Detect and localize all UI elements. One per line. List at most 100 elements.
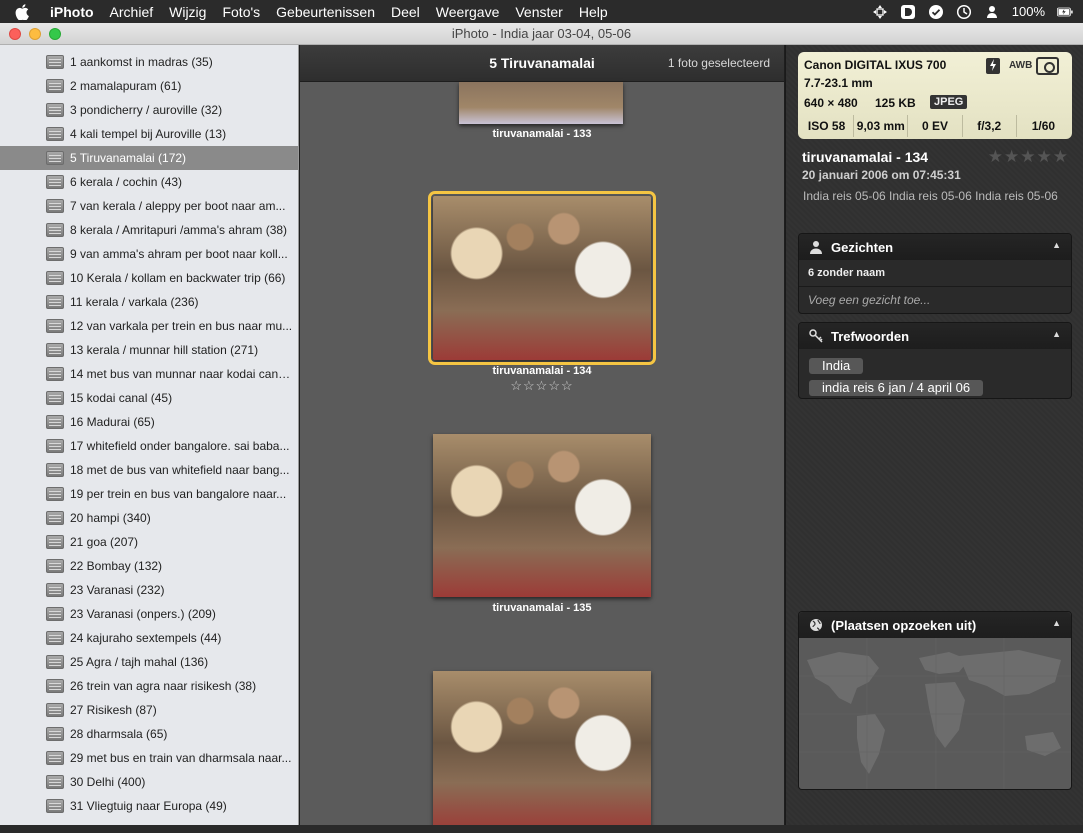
battery-icon[interactable]: [1057, 4, 1073, 20]
event-label: 12 van varkala per trein en bus naar mu.…: [70, 319, 293, 333]
dashlane-icon[interactable]: [900, 4, 916, 20]
event-list-item[interactable]: 17 whitefield onder bangalore. sai baba.…: [0, 434, 298, 458]
event-label: 5 Tiruvanamalai (172): [70, 151, 187, 165]
event-list-item[interactable]: 10 Kerala / kollam en backwater trip (66…: [0, 266, 298, 290]
event-list-item[interactable]: 24 kajuraho sextempels (44): [0, 626, 298, 650]
photo-thumbnail-133[interactable]: [459, 82, 623, 124]
minimize-window-button[interactable]: [29, 28, 41, 40]
event-stack-icon: [46, 775, 64, 789]
event-list-item[interactable]: 29 met bus en train van dharmsala naar..…: [0, 746, 298, 770]
event-stack-icon: [46, 103, 64, 117]
event-list-item[interactable]: 8 kerala / Amritapuri /amma's ahram (38): [0, 218, 298, 242]
event-list-item[interactable]: 23 Varanasi (232): [0, 578, 298, 602]
event-list-item[interactable]: 30 Delhi (400): [0, 770, 298, 794]
faces-panel-header[interactable]: Gezichten ▲: [799, 234, 1071, 260]
event-stack-icon: [46, 463, 64, 477]
event-list-item[interactable]: 16 Madurai (65): [0, 410, 298, 434]
event-list-item[interactable]: 25 Agra / tajh mahal (136): [0, 650, 298, 674]
collapse-triangle-icon[interactable]: ▲: [1052, 329, 1061, 339]
menu-deel[interactable]: Deel: [383, 4, 428, 20]
menu-wijzig[interactable]: Wijzig: [161, 4, 214, 20]
event-stack-icon: [46, 391, 64, 405]
photo-rating-stars[interactable]: ☆☆☆☆☆: [300, 378, 784, 394]
photo-thumbnail-134[interactable]: [428, 191, 656, 365]
event-list-item[interactable]: 31 Vliegtuig naar Europa (49): [0, 794, 298, 818]
menu-fotos[interactable]: Foto's: [214, 4, 268, 20]
event-list-item[interactable]: 2 mamalapuram (61): [0, 74, 298, 98]
photo-title[interactable]: tiruvanamalai - 134: [802, 149, 928, 165]
event-stack-icon: [46, 751, 64, 765]
collapse-triangle-icon[interactable]: ▲: [1052, 618, 1061, 628]
menu-app-iphoto[interactable]: iPhoto: [44, 4, 102, 20]
photo-rating-stars[interactable]: ★★★★★: [988, 147, 1069, 167]
photo-thumbnail-135[interactable]: [433, 434, 651, 597]
event-list-item[interactable]: 23 Varanasi (onpers.) (209): [0, 602, 298, 626]
photo-date[interactable]: 20 januari 2006 om 07:45:31: [802, 168, 961, 182]
event-label: 4 kali tempel bij Auroville (13): [70, 127, 227, 141]
menu-help[interactable]: Help: [571, 4, 616, 20]
event-list-item[interactable]: 26 trein van agra naar risikesh (38): [0, 674, 298, 698]
event-list-item[interactable]: 9 van amma's ahram per boot naar koll...: [0, 242, 298, 266]
event-list-item[interactable]: 18 met de bus van whitefield naar bang..…: [0, 458, 298, 482]
event-label: 22 Bombay (132): [70, 559, 163, 573]
exposure-stats: ISO 58 9,03 mm 0 EV f/3,2 1/60: [800, 115, 1070, 137]
event-label: 28 dharmsala (65): [70, 727, 168, 741]
event-label: 24 kajuraho sextempels (44): [70, 631, 222, 645]
event-list-item[interactable]: 11 kerala / varkala (236): [0, 290, 298, 314]
user-silhouette-icon[interactable]: [984, 4, 1000, 20]
menu-weergave[interactable]: Weergave: [428, 4, 508, 20]
time-machine-icon[interactable]: [956, 4, 972, 20]
checkmark-circle-icon[interactable]: [928, 4, 944, 20]
menu-archief[interactable]: Archief: [102, 4, 162, 20]
event-list-item[interactable]: 12 van varkala per trein en bus naar mu.…: [0, 314, 298, 338]
event-label: 1 aankomst in madras (35): [70, 55, 213, 69]
move-arrows-icon[interactable]: [872, 4, 888, 20]
world-map[interactable]: [799, 638, 1071, 789]
event-list-item[interactable]: 14 met bus van munnar naar kodai canal (…: [0, 362, 298, 386]
event-list-item[interactable]: 27 Risikesh (87): [0, 698, 298, 722]
menu-venster[interactable]: Venster: [507, 4, 570, 20]
event-label: 2 mamalapuram (61): [70, 79, 182, 93]
collapse-triangle-icon[interactable]: ▲: [1052, 240, 1061, 250]
event-stack-icon: [46, 295, 64, 309]
keywords-panel-header[interactable]: Trefwoorden ▲: [799, 323, 1071, 349]
event-list-item[interactable]: 5 Tiruvanamalai (172): [0, 146, 298, 170]
photo-thumbnail-136[interactable]: [433, 671, 651, 825]
event-label: 26 trein van agra naar risikesh (38): [70, 679, 257, 693]
exposure-bias-value: 0 EV: [907, 115, 961, 137]
event-list-item[interactable]: 13 kerala / munnar hill station (271): [0, 338, 298, 362]
battery-percent: 100%: [1011, 4, 1045, 19]
close-window-button[interactable]: [9, 28, 21, 40]
event-list-item[interactable]: 28 dharmsala (65): [0, 722, 298, 746]
event-label: 9 van amma's ahram per boot naar koll...: [70, 247, 288, 261]
event-label: 31 Vliegtuig naar Europa (49): [70, 799, 227, 813]
event-list-item[interactable]: 4 kali tempel bij Auroville (13): [0, 122, 298, 146]
event-label: 15 kodai canal (45): [70, 391, 173, 405]
event-list-item[interactable]: 19 per trein en bus van bangalore naar..…: [0, 482, 298, 506]
event-stack-icon: [46, 247, 64, 261]
event-list-item[interactable]: 6 kerala / cochin (43): [0, 170, 298, 194]
window-titlebar: iPhoto - India jaar 03-04, 05-06: [0, 23, 1083, 45]
event-label: 8 kerala / Amritapuri /amma's ahram (38): [70, 223, 288, 237]
event-list-item[interactable]: 3 pondicherry / auroville (32): [0, 98, 298, 122]
event-label: 18 met de bus van whitefield naar bang..…: [70, 463, 290, 477]
places-panel-header[interactable]: (Plaatsen opzoeken uit) ▲: [799, 612, 1071, 638]
keywords-panel: Trefwoorden ▲ India india reis 6 jan / 4…: [798, 322, 1072, 399]
event-list-item[interactable]: 1 aankomst in madras (35): [0, 50, 298, 74]
photo-description[interactable]: India reis 05-06 India reis 05-06 India …: [803, 188, 1065, 205]
event-stack-icon: [46, 367, 64, 381]
bottom-toolbar: [0, 825, 1083, 833]
event-list-item[interactable]: 22 Bombay (132): [0, 554, 298, 578]
event-list-item[interactable]: 20 hampi (340): [0, 506, 298, 530]
keyword-tag[interactable]: India: [809, 358, 864, 374]
menu-gebeurtenissen[interactable]: Gebeurtenissen: [268, 4, 383, 20]
add-face-input[interactable]: Voeg een gezicht toe...: [799, 287, 1071, 313]
fullscreen-window-button[interactable]: [49, 28, 61, 40]
event-list-item[interactable]: 15 kodai canal (45): [0, 386, 298, 410]
window-controls: [9, 28, 61, 40]
keyword-tag[interactable]: india reis 6 jan / 4 april 06: [809, 380, 984, 396]
event-list-item[interactable]: 7 van kerala / aleppy per boot naar am..…: [0, 194, 298, 218]
event-label: 3 pondicherry / auroville (32): [70, 103, 223, 117]
event-list-item[interactable]: 21 goa (207): [0, 530, 298, 554]
apple-menu-icon[interactable]: [0, 3, 44, 20]
